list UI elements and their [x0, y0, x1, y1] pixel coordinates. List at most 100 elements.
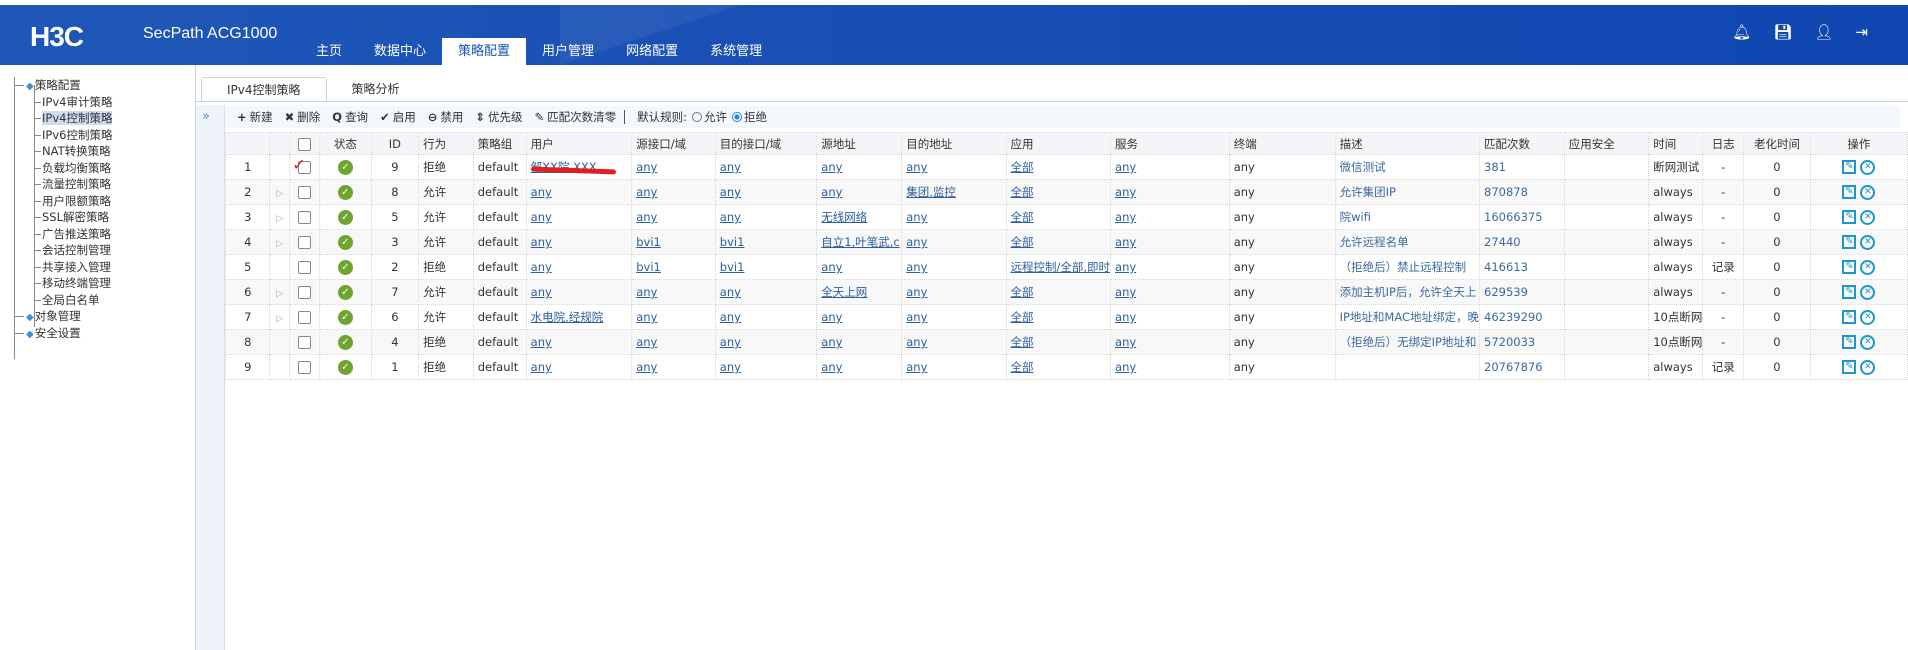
nav-tab[interactable]: 用户管理: [526, 38, 610, 65]
app-link[interactable]: 全部: [1011, 160, 1034, 174]
edit-icon[interactable]: ✎: [1842, 235, 1857, 249]
nav-tab[interactable]: 网络配置: [610, 38, 694, 65]
expand-cell[interactable]: ▷: [269, 229, 291, 255]
table-row[interactable]: 9 ✓ 1 拒绝 default any any any any any 全部 any any 20767…: [224, 354, 1908, 380]
expand-arrow-icon[interactable]: ▷: [276, 314, 283, 324]
delete-circle-icon[interactable]: ✕: [1860, 284, 1876, 300]
column-header[interactable]: 目的地址: [901, 132, 1007, 155]
edit-icon[interactable]: ✎: [1842, 310, 1857, 324]
column-header[interactable]: 匹配次数: [1479, 132, 1565, 155]
select-cell[interactable]: [289, 304, 321, 330]
column-header[interactable]: 源地址: [816, 132, 903, 155]
expand-sidebar-icon[interactable]: »: [202, 109, 210, 124]
nav-tab[interactable]: 主页: [300, 38, 358, 65]
select-cell[interactable]: [289, 329, 321, 355]
radio-deny[interactable]: 拒绝: [727, 109, 767, 125]
user-link[interactable]: 水电院,经规院: [531, 310, 604, 324]
edit-icon[interactable]: ✎: [1842, 210, 1857, 224]
column-header[interactable]: 描述: [1334, 132, 1481, 155]
dst_if-link[interactable]: any: [720, 360, 741, 374]
edit-icon[interactable]: ✎: [1842, 185, 1857, 199]
expand-arrow-icon[interactable]: ▷: [276, 289, 283, 299]
src-link[interactable]: any: [821, 360, 842, 374]
sidebar-item[interactable]: IPv6控制策略: [0, 127, 195, 144]
table-row[interactable]: 1 ✓ ✓ 9 拒绝 default 邹XX院,XXX any any any any 全部 any an…: [224, 154, 1908, 180]
src-link[interactable]: any: [821, 310, 842, 324]
sidebar-item[interactable]: 共享接入管理: [0, 259, 195, 276]
user-icon[interactable]: 👤︎: [1814, 23, 1833, 41]
bell-icon[interactable]: 🔔︎: [1732, 23, 1751, 41]
radio-allow[interactable]: 允许: [687, 109, 727, 125]
dst-link[interactable]: any: [906, 360, 927, 374]
src_if-link[interactable]: any: [636, 185, 657, 199]
row-checkbox[interactable]: [298, 261, 312, 274]
user-link[interactable]: any: [531, 210, 552, 224]
dst-link[interactable]: 集团,监控: [906, 185, 956, 199]
tab-policy-analysis[interactable]: 策略分析: [327, 77, 425, 101]
new-button[interactable]: + 新建: [237, 109, 273, 125]
src_if-link[interactable]: any: [636, 310, 657, 324]
dst_if-link[interactable]: any: [720, 210, 741, 224]
sidebar-item[interactable]: 用户限额策略: [0, 193, 195, 210]
table-row[interactable]: 5 ✓ 2 拒绝 default any bvi1 bvi1 any any 远程控制/全部,即时 a…: [224, 254, 1908, 280]
svc-link[interactable]: any: [1115, 310, 1136, 324]
column-header[interactable]: 服务: [1110, 132, 1230, 155]
src-link[interactable]: 全天上网: [821, 285, 867, 299]
svc-link[interactable]: any: [1115, 185, 1136, 199]
delete-circle-icon[interactable]: ✕: [1860, 259, 1876, 275]
logout-icon[interactable]: ⇥: [1855, 23, 1868, 41]
svc-link[interactable]: any: [1115, 160, 1136, 174]
nav-tab[interactable]: 系统管理: [694, 38, 778, 65]
table-row[interactable]: 4 ▷ ✓ 3 允许 default any bvi1 bvi1 自立1,叶笔武,c any 全部 an…: [224, 229, 1908, 255]
expand-cell[interactable]: [269, 329, 291, 355]
select-cell[interactable]: [289, 179, 321, 205]
row-checkbox[interactable]: [298, 186, 312, 199]
column-header[interactable]: 老化时间: [1743, 132, 1811, 155]
user-link[interactable]: 邹XX院,XXX: [531, 160, 597, 174]
svc-link[interactable]: any: [1115, 210, 1136, 224]
src-link[interactable]: any: [821, 260, 842, 274]
select-all-checkbox[interactable]: [298, 137, 312, 151]
src-link[interactable]: any: [821, 335, 842, 349]
app-link[interactable]: 全部: [1011, 185, 1034, 199]
app-link[interactable]: 全部: [1011, 310, 1034, 324]
priority-button[interactable]: ⇕ 优先级: [475, 109, 522, 125]
select-cell[interactable]: ✓: [289, 154, 321, 180]
row-checkbox[interactable]: [298, 361, 312, 374]
user-link[interactable]: any: [531, 185, 552, 199]
src_if-link[interactable]: bvi1: [636, 235, 661, 249]
column-header[interactable]: 日志: [1702, 132, 1745, 155]
edit-icon[interactable]: ✎: [1842, 285, 1857, 299]
src_if-link[interactable]: any: [636, 210, 657, 224]
enable-button[interactable]: ✔ 启用: [380, 109, 416, 125]
table-row[interactable]: 7 ▷ ✓ 6 允许 default 水电院,经规院 any any any any 全部 any any…: [224, 304, 1908, 330]
expand-cell[interactable]: ▷: [269, 304, 291, 330]
save-icon[interactable]: 💾︎: [1773, 23, 1792, 41]
delete-circle-icon[interactable]: ✕: [1860, 184, 1876, 200]
expand-cell[interactable]: ▷: [269, 204, 291, 230]
column-header[interactable]: 源接口/域: [631, 132, 716, 155]
row-checkbox[interactable]: [298, 236, 312, 249]
select-cell[interactable]: [289, 204, 321, 230]
delete-circle-icon[interactable]: ✕: [1860, 209, 1876, 225]
dst_if-link[interactable]: any: [720, 285, 741, 299]
tree-node-policy-config[interactable]: ◆策略配置: [0, 77, 195, 94]
app-link[interactable]: 全部: [1011, 235, 1034, 249]
clear-count-button[interactable]: ✎ 匹配次数清零: [534, 109, 616, 125]
tab-ipv4-control[interactable]: IPv4控制策略: [201, 77, 327, 101]
src-link[interactable]: any: [821, 160, 842, 174]
delete-circle-icon[interactable]: ✕: [1860, 309, 1876, 325]
dst_if-link[interactable]: any: [720, 310, 741, 324]
row-checkbox[interactable]: [298, 311, 312, 324]
dst-link[interactable]: any: [906, 210, 927, 224]
column-header[interactable]: 用户: [525, 132, 633, 155]
svc-link[interactable]: any: [1115, 335, 1136, 349]
dst-link[interactable]: any: [906, 260, 927, 274]
row-checkbox[interactable]: [298, 336, 312, 349]
column-header[interactable]: ID: [370, 132, 420, 155]
table-row[interactable]: 6 ▷ ✓ 7 允许 default any any any 全天上网 any 全部 any any 添加主…: [224, 279, 1908, 305]
dst_if-link[interactable]: any: [720, 185, 741, 199]
sidebar-item[interactable]: IPv4控制策略: [0, 110, 195, 127]
sidebar-item[interactable]: 会话控制管理: [0, 242, 195, 259]
expand-cell[interactable]: [269, 154, 291, 180]
